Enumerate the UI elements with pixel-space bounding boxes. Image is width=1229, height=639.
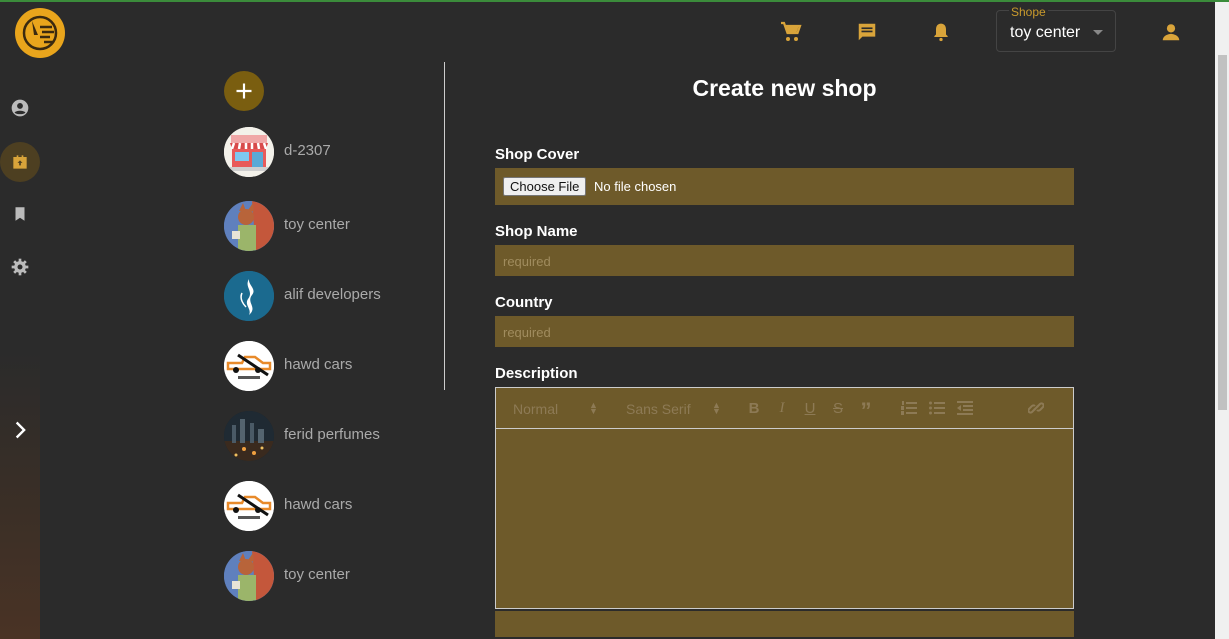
shop-list-item[interactable]: toy center: [224, 551, 434, 601]
shop-name: ferid perfumes: [284, 426, 380, 443]
outdent-button[interactable]: [956, 399, 974, 417]
outdent-icon: [957, 401, 973, 415]
strike-button[interactable]: S: [829, 399, 847, 417]
person-icon: [1162, 24, 1180, 41]
shop-avatar: [224, 201, 274, 251]
choose-file-button[interactable]: Choose File: [503, 177, 587, 196]
shop-name-input[interactable]: required: [495, 245, 1074, 276]
bookmark-icon: [15, 207, 25, 221]
shop-name: alif developers: [284, 286, 381, 303]
blockquote-button[interactable]: ”: [857, 398, 875, 423]
page-title: Create new shop: [692, 75, 877, 101]
cart-button[interactable]: [779, 20, 803, 44]
font-select-value: Sans Serif: [626, 401, 691, 417]
shop-avatar: [224, 271, 274, 321]
editor-footer: [495, 611, 1074, 637]
shop-selector[interactable]: Shope toy center: [996, 5, 1116, 52]
cart-icon: [781, 21, 802, 41]
shop-list-item[interactable]: hawd cars: [224, 341, 434, 391]
country-label: Country: [495, 294, 553, 311]
shop-cover-field: Choose File No file chosen: [495, 168, 1074, 205]
shop-avatar: [224, 127, 274, 177]
add-shop-button[interactable]: [224, 71, 264, 111]
list-divider: [444, 62, 445, 390]
shop-avatar: [224, 481, 274, 531]
messages-button[interactable]: [855, 20, 879, 44]
shop-avatar: [224, 411, 274, 461]
country-input[interactable]: required: [495, 316, 1074, 347]
shop-name-placeholder: required: [503, 254, 551, 269]
italic-button[interactable]: I: [773, 399, 791, 417]
bullet-list-icon: [929, 401, 945, 415]
shop-name: hawd cars: [284, 496, 353, 513]
shop-list-item[interactable]: d-2307: [224, 127, 434, 177]
country-placeholder: required: [503, 325, 551, 340]
underline-button[interactable]: U: [801, 399, 819, 417]
updown-icon: ▲ ▼: [589, 400, 598, 416]
logo-icon: [22, 15, 58, 51]
bell-icon: [934, 23, 948, 42]
font-select[interactable]: Sans Serif ▲ ▼: [626, 401, 721, 418]
shop-list-item[interactable]: ferid perfumes: [224, 411, 434, 461]
shop-name: toy center: [284, 566, 350, 583]
plus-icon: [236, 83, 252, 99]
store-icon: [13, 155, 27, 169]
shop-list-item[interactable]: hawd cars: [224, 481, 434, 531]
caret-down-icon: [1093, 30, 1103, 35]
settings-icon: [11, 258, 29, 276]
notifications-button[interactable]: [929, 20, 953, 44]
scrollbar-thumb[interactable]: [1218, 55, 1227, 410]
shop-selector-value: toy center: [1010, 24, 1081, 41]
shop-avatar: [224, 341, 274, 391]
sidebar-expand[interactable]: [0, 410, 40, 450]
top-accent-line: [0, 0, 1229, 2]
user-menu-button[interactable]: [1159, 20, 1183, 44]
shop-name: d-2307: [284, 142, 331, 159]
description-label: Description: [495, 365, 578, 382]
bold-button[interactable]: B: [745, 399, 763, 417]
ordered-list-icon: [901, 401, 917, 415]
account-circle-icon: [11, 99, 29, 117]
link-icon: [1028, 402, 1044, 414]
sidebar-profile[interactable]: [0, 88, 40, 128]
shop-list-item[interactable]: toy center: [224, 201, 434, 251]
sidebar-shops[interactable]: [0, 142, 40, 182]
shop-avatar: [224, 551, 274, 601]
shop-name: toy center: [284, 216, 350, 233]
sidebar-bookmarks[interactable]: [0, 194, 40, 234]
chevron-right-icon: [15, 421, 26, 439]
shop-list-item[interactable]: alif developers: [224, 271, 434, 321]
header-select[interactable]: Normal ▲ ▼: [513, 401, 598, 418]
shop-cover-label: Shop Cover: [495, 146, 580, 163]
shop-selector-label: Shope: [1009, 5, 1048, 19]
link-button[interactable]: [1027, 399, 1045, 417]
shop-name: hawd cars: [284, 356, 353, 373]
file-status: No file chosen: [594, 179, 677, 194]
sidebar-settings[interactable]: [0, 247, 40, 287]
description-editor: Normal ▲ ▼ Sans Serif ▲ ▼ B I U S ”: [495, 387, 1074, 609]
app-logo[interactable]: [15, 8, 65, 58]
shop-name-label: Shop Name: [495, 223, 578, 240]
updown-icon: ▲ ▼: [712, 400, 721, 416]
ordered-list-button[interactable]: [900, 399, 918, 417]
chat-icon: [858, 23, 876, 41]
editor-toolbar: Normal ▲ ▼ Sans Serif ▲ ▼ B I U S ”: [496, 388, 1073, 429]
header-select-value: Normal: [513, 401, 559, 417]
bullet-list-button[interactable]: [928, 399, 946, 417]
